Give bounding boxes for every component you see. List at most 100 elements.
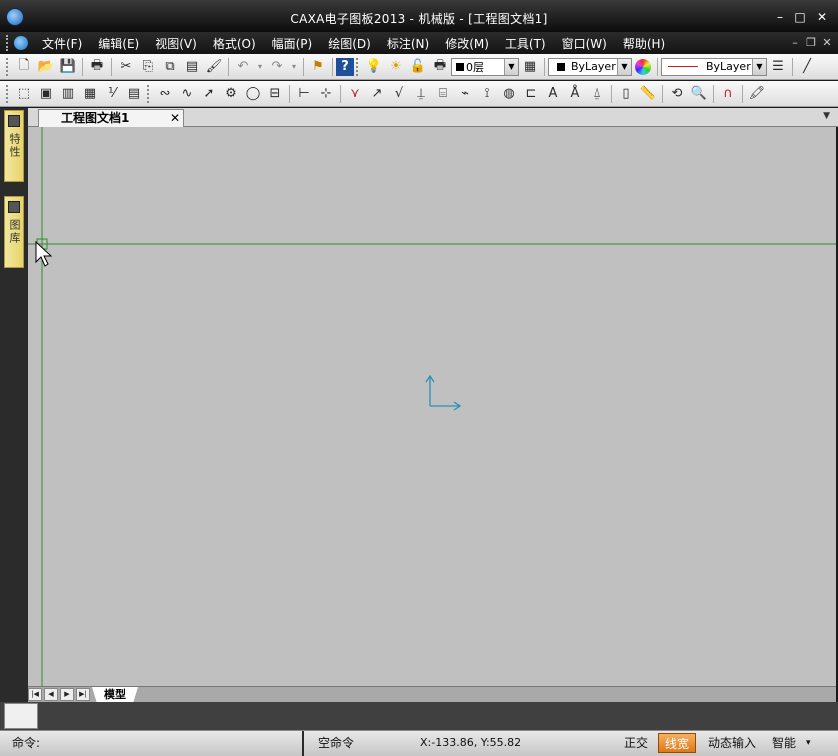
text-leader-icon[interactable]: ↗ bbox=[366, 83, 388, 105]
arrow-tool-icon[interactable]: ➚ bbox=[198, 83, 220, 105]
menu-edit[interactable]: 编辑(E) bbox=[90, 35, 147, 52]
drawing-canvas[interactable] bbox=[28, 127, 836, 686]
section-icon[interactable]: ⟟ bbox=[476, 83, 498, 105]
open-file-icon[interactable]: 📂 bbox=[35, 56, 57, 78]
menu-view[interactable]: 视图(V) bbox=[147, 35, 205, 52]
title-block-icon[interactable]: ▥ bbox=[57, 83, 79, 105]
menu-sheet[interactable]: 幅面(P) bbox=[264, 35, 321, 52]
brush-icon[interactable]: 🖍 bbox=[746, 83, 768, 105]
gear-profile-icon[interactable]: ⚙ bbox=[220, 83, 242, 105]
layer-manager-icon[interactable]: ▦ bbox=[519, 56, 541, 78]
magnet-snap-icon[interactable]: ∩ bbox=[717, 83, 739, 105]
undo-icon[interactable]: ↶ bbox=[232, 56, 254, 78]
redo-dropdown-icon[interactable]: ▾ bbox=[288, 56, 300, 78]
cut-icon[interactable]: ✂ bbox=[115, 56, 137, 78]
toolbar-separator bbox=[713, 84, 714, 103]
side-tab-properties-label: 特性 bbox=[8, 133, 21, 159]
tab-list-dropdown-icon[interactable]: ▼ bbox=[823, 111, 830, 121]
toolbar-grip[interactable] bbox=[6, 57, 9, 76]
chamfer-dim-icon[interactable]: ⊏ bbox=[520, 83, 542, 105]
menu-format[interactable]: 格式(O) bbox=[205, 35, 264, 52]
doc-minimize-button[interactable]: – bbox=[788, 36, 802, 49]
close-button[interactable]: ✕ bbox=[814, 10, 830, 24]
regen-icon[interactable]: ⟲ bbox=[666, 83, 688, 105]
minimize-button[interactable]: – bbox=[772, 10, 788, 24]
line-tool-icon[interactable]: ╱ bbox=[796, 56, 818, 78]
menu-draw[interactable]: 绘图(D) bbox=[320, 35, 379, 52]
dimension-icon[interactable]: ⊢ bbox=[293, 83, 315, 105]
copy-with-base-icon[interactable]: ▤ bbox=[181, 56, 203, 78]
parts-number-icon[interactable]: ⅟ bbox=[101, 83, 123, 105]
weld-icon[interactable]: ⌁ bbox=[454, 83, 476, 105]
color-wheel-icon[interactable] bbox=[632, 56, 654, 78]
spline-icon[interactable]: ∾ bbox=[154, 83, 176, 105]
side-tab-library[interactable]: 图库 bbox=[4, 196, 24, 268]
ortho-toggle[interactable]: 正交 bbox=[618, 733, 654, 753]
new-file-icon[interactable]: 🗋 bbox=[13, 56, 35, 78]
first-sheet-icon[interactable]: |◀ bbox=[28, 688, 42, 701]
text-icon[interactable]: A bbox=[542, 83, 564, 105]
chevron-down-icon[interactable]: ▼ bbox=[617, 58, 631, 75]
menu-app-icon[interactable] bbox=[14, 36, 28, 50]
center-hole-icon[interactable]: ◍ bbox=[498, 83, 520, 105]
color-select[interactable]: ByLayer ▼ bbox=[548, 57, 632, 76]
hole-icon[interactable]: ◯ bbox=[242, 83, 264, 105]
undo-dropdown-icon[interactable]: ▾ bbox=[254, 56, 266, 78]
query-icon[interactable]: ▯ bbox=[615, 83, 637, 105]
zoom-icon[interactable]: 🔍 bbox=[688, 83, 710, 105]
wave-line-icon[interactable]: ∿ bbox=[176, 83, 198, 105]
side-tab-properties[interactable]: 特性 bbox=[4, 110, 24, 182]
command-history-box[interactable] bbox=[4, 703, 38, 729]
doc-restore-button[interactable]: ❐ bbox=[804, 36, 818, 49]
linewidth-toggle[interactable]: 线宽 bbox=[658, 733, 697, 753]
prev-sheet-icon[interactable]: ◀ bbox=[44, 688, 58, 701]
sheet-tab-model[interactable]: 模型 bbox=[92, 687, 138, 702]
close-icon[interactable]: ✕ bbox=[170, 110, 180, 127]
coordinate-dim-icon[interactable]: ⊹ bbox=[315, 83, 337, 105]
paste-icon[interactable]: ⧉ bbox=[159, 56, 181, 78]
lineweight-icon[interactable]: ☰ bbox=[767, 56, 789, 78]
chevron-down-icon[interactable]: ▼ bbox=[752, 58, 766, 75]
drawing-frame-icon[interactable]: ⬚ bbox=[13, 83, 35, 105]
dynamic-input-toggle[interactable]: 动态输入 bbox=[702, 733, 762, 753]
last-sheet-icon[interactable]: ▶| bbox=[76, 688, 90, 701]
layer-select[interactable]: 0层 ▼ bbox=[451, 57, 519, 76]
toolbar-grip[interactable] bbox=[356, 57, 359, 76]
print-icon[interactable]: 🖶 bbox=[86, 56, 108, 78]
tolerance-icon[interactable]: ⌸ bbox=[432, 83, 454, 105]
roughness-icon[interactable]: √ bbox=[388, 83, 410, 105]
snap-mode-select[interactable]: 智能 bbox=[766, 733, 802, 753]
menu-dimension[interactable]: 标注(N) bbox=[379, 35, 437, 52]
shaft-icon[interactable]: ⊟ bbox=[264, 83, 286, 105]
symbol-icon[interactable]: ⍙ bbox=[586, 83, 608, 105]
menu-window[interactable]: 窗口(W) bbox=[554, 35, 615, 52]
text-table-icon[interactable]: Å bbox=[564, 83, 586, 105]
datum-icon[interactable]: ⍊ bbox=[410, 83, 432, 105]
leader-icon[interactable]: ⋎ bbox=[344, 83, 366, 105]
menu-modify[interactable]: 修改(M) bbox=[437, 35, 497, 52]
format-brush-icon[interactable]: 🖌 bbox=[203, 56, 225, 78]
help-icon[interactable]: ? bbox=[336, 57, 354, 76]
document-tab[interactable]: 工程图文档1 ✕ bbox=[38, 109, 184, 127]
menu-tools[interactable]: 工具(T) bbox=[497, 35, 554, 52]
toolbar-grip[interactable] bbox=[6, 84, 9, 103]
chevron-down-icon[interactable]: ▼ bbox=[504, 58, 518, 75]
redo-icon[interactable]: ↷ bbox=[266, 56, 288, 78]
maximize-button[interactable]: □ bbox=[792, 10, 808, 24]
doc-close-button[interactable]: ✕ bbox=[820, 36, 834, 49]
parts-list-icon[interactable]: ▤ bbox=[123, 83, 145, 105]
table-icon[interactable]: ▦ bbox=[79, 83, 101, 105]
ucs-axis-icon bbox=[425, 374, 462, 411]
snap-mode-dropdown-icon[interactable]: ▾ bbox=[806, 733, 811, 753]
save-icon[interactable]: 💾 bbox=[57, 56, 79, 78]
linetype-select[interactable]: ByLayer ▼ bbox=[661, 57, 767, 76]
toolbar-grip[interactable] bbox=[147, 84, 150, 103]
properties-icon[interactable]: ⚑ bbox=[307, 56, 329, 78]
frame-icon[interactable]: ▣ bbox=[35, 83, 57, 105]
menu-file[interactable]: 文件(F) bbox=[34, 35, 90, 52]
next-sheet-icon[interactable]: ▶ bbox=[60, 688, 74, 701]
menu-help[interactable]: 帮助(H) bbox=[615, 35, 673, 52]
menubar-grip[interactable] bbox=[6, 35, 10, 51]
measure-icon[interactable]: 📏 bbox=[637, 83, 659, 105]
copy-icon[interactable]: ⎘ bbox=[137, 56, 159, 78]
